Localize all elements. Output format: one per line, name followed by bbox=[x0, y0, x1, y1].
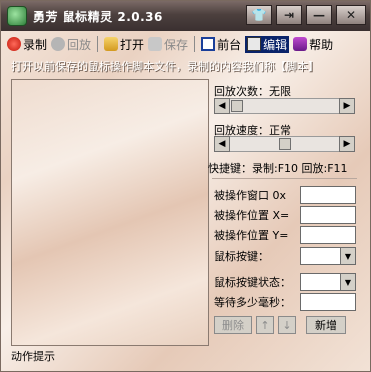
skin-button[interactable]: 👕 bbox=[246, 5, 272, 25]
record-label: 录制 bbox=[23, 37, 48, 52]
chevron-down-icon[interactable]: ▼ bbox=[340, 274, 355, 290]
app-window: 勇芳 鼠标精灵 2.0.36 👕 ⇥ — ✕ 录制 回放 打开 保存 前台 编辑… bbox=[0, 0, 371, 372]
position-x-row: 被操作位置 X= bbox=[214, 206, 357, 224]
playback-button[interactable]: 回放 bbox=[51, 36, 91, 53]
action-buttons: 删除 ↑ ↓ 新增 bbox=[214, 315, 357, 335]
toolbar-divider bbox=[194, 36, 196, 52]
record-button[interactable]: 录制 bbox=[7, 36, 47, 53]
playback-count-label: 回放次数：无限 bbox=[214, 85, 291, 98]
help-button[interactable]: 帮助 bbox=[293, 36, 333, 53]
playback-label: 回放 bbox=[67, 37, 92, 52]
slider-thumb[interactable] bbox=[279, 138, 291, 150]
mouse-button-label: 鼠标按键： bbox=[214, 250, 269, 263]
foreground-label: 前台 bbox=[217, 37, 242, 52]
help-label: 帮助 bbox=[309, 37, 334, 52]
toolbar: 录制 回放 打开 保存 前台 编辑 帮助 bbox=[7, 33, 365, 55]
move-down-button[interactable]: ↓ bbox=[278, 316, 296, 334]
toolbar-divider bbox=[97, 36, 99, 52]
window-title: 勇芳 鼠标精灵 2.0.36 bbox=[33, 9, 163, 24]
add-button[interactable]: 新增 bbox=[306, 316, 346, 334]
open-label: 打开 bbox=[120, 37, 145, 52]
window-handle-input[interactable] bbox=[300, 186, 356, 204]
close-button[interactable]: ✕ bbox=[336, 5, 366, 25]
record-icon bbox=[7, 37, 21, 51]
script-list[interactable] bbox=[11, 79, 209, 346]
window-handle-row: 被操作窗口 0x bbox=[214, 186, 357, 204]
position-y-row: 被操作位置 Y= bbox=[214, 226, 357, 244]
position-y-label: 被操作位置 Y= bbox=[214, 229, 289, 242]
hint-text: 打开以前保存的鼠标操作脚本文件，录制的内容我们称【脚本】 bbox=[11, 60, 319, 73]
slider-left-arrow-icon[interactable]: ◀ bbox=[214, 136, 230, 152]
foreground-button[interactable]: 前台 bbox=[201, 36, 241, 53]
app-icon bbox=[7, 6, 27, 26]
save-icon bbox=[148, 37, 163, 51]
status-bar: 动作提示 bbox=[11, 350, 55, 363]
window-handle-label: 被操作窗口 0x bbox=[214, 189, 287, 202]
mouse-state-label: 鼠标按键状态： bbox=[214, 276, 291, 289]
wait-ms-row: 等待多少毫秒： bbox=[214, 293, 357, 311]
pin-button[interactable]: ⇥ bbox=[276, 5, 302, 25]
mouse-state-row: 鼠标按键状态： ▼ bbox=[214, 273, 357, 291]
slider-thumb[interactable] bbox=[231, 100, 243, 112]
slider-right-arrow-icon[interactable]: ▶ bbox=[339, 136, 355, 152]
playback-speed-slider[interactable]: ◀ ▶ bbox=[214, 136, 355, 152]
wait-ms-label: 等待多少毫秒： bbox=[214, 296, 291, 309]
minimize-button[interactable]: — bbox=[306, 5, 332, 25]
edit-label: 编辑 bbox=[263, 37, 288, 52]
title-buttons: 👕 ⇥ — ✕ bbox=[246, 5, 366, 25]
folder-icon bbox=[104, 37, 119, 51]
slider-right-arrow-icon[interactable]: ▶ bbox=[339, 98, 355, 114]
playback-settings: 回放次数：无限 ◀ ▶ 回放速度：正常 ◀ ▶ 快捷键：录制:F10 回放:F1… bbox=[208, 81, 357, 179]
edit-button[interactable]: 编辑 bbox=[245, 35, 290, 53]
move-up-button[interactable]: ↑ bbox=[256, 316, 274, 334]
position-x-input[interactable] bbox=[300, 206, 356, 224]
mouse-button-row: 鼠标按键： ▼ bbox=[214, 247, 357, 265]
save-button[interactable]: 保存 bbox=[148, 36, 188, 53]
settings-panel: 回放次数：无限 ◀ ▶ 回放速度：正常 ◀ ▶ 快捷键：录制:F10 回放:F1… bbox=[208, 81, 357, 343]
window-icon bbox=[201, 37, 216, 51]
play-icon bbox=[51, 37, 66, 51]
help-book-icon bbox=[293, 37, 308, 51]
title-bar[interactable]: 勇芳 鼠标精灵 2.0.36 👕 ⇥ — ✕ bbox=[1, 1, 370, 31]
slider-left-arrow-icon[interactable]: ◀ bbox=[214, 98, 230, 114]
chevron-down-icon[interactable]: ▼ bbox=[340, 248, 355, 264]
position-x-label: 被操作位置 X= bbox=[214, 209, 290, 222]
delete-button[interactable]: 删除 bbox=[214, 316, 252, 334]
open-button[interactable]: 打开 bbox=[104, 36, 144, 53]
hotkey-label: 快捷键：录制:F10 回放:F11 bbox=[208, 162, 348, 175]
edit-icon bbox=[247, 37, 262, 51]
mouse-state-select[interactable]: ▼ bbox=[300, 273, 356, 291]
playback-count-slider[interactable]: ◀ ▶ bbox=[214, 98, 355, 114]
mouse-button-select[interactable]: ▼ bbox=[300, 247, 356, 265]
wait-ms-input[interactable] bbox=[300, 293, 356, 311]
position-y-input[interactable] bbox=[300, 226, 356, 244]
save-label: 保存 bbox=[164, 37, 189, 52]
